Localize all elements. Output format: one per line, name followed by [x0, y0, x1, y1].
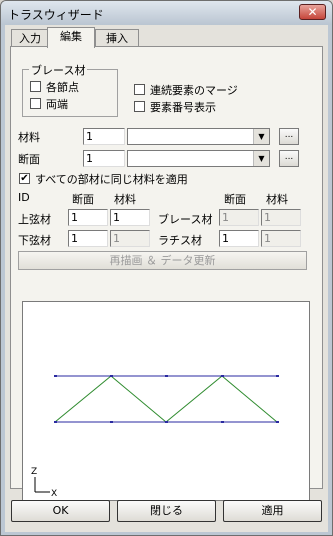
node-marker	[276, 421, 279, 423]
tab-edit[interactable]: 編集	[47, 27, 95, 48]
section-browse-button[interactable]: ...	[279, 150, 299, 167]
section-id-field[interactable]: 1	[83, 150, 125, 167]
lattice-material-field: 1	[261, 230, 301, 247]
section-combo[interactable]: ▼	[127, 150, 270, 167]
apply-button[interactable]: 適用	[223, 500, 322, 522]
bottom-chord-label: 下弦材	[18, 234, 51, 247]
brace-group: ブレース材 各節点 両端	[22, 62, 118, 117]
window-title: トラスウィザード	[8, 8, 104, 22]
chevron-down-icon[interactable]: ▼	[253, 129, 269, 144]
tab-insert[interactable]: 挿入	[95, 29, 139, 47]
top-chord-label: 上弦材	[18, 213, 51, 226]
node-marker	[165, 421, 168, 423]
show-element-number-checkbox[interactable]	[134, 101, 145, 112]
header-section-left: 断面	[72, 193, 94, 206]
node-marker	[165, 375, 168, 377]
top-chord-section-field[interactable]: 1	[68, 209, 108, 226]
node-marker	[276, 375, 279, 377]
header-section-right: 断面	[224, 193, 246, 206]
header-material-left: 材料	[114, 193, 136, 206]
web-member	[165, 375, 223, 423]
material-label: 材料	[18, 131, 40, 144]
title-bar: トラスウィザード ✕	[1, 1, 332, 25]
node-marker	[110, 375, 113, 377]
both-ends-label: 両端	[46, 98, 68, 111]
both-ends-checkbox[interactable]	[30, 98, 41, 109]
merge-elements-label: 連続要素のマージ	[150, 84, 238, 97]
top-chord-material-field[interactable]: 1	[110, 209, 150, 226]
lattice-section-field[interactable]: 1	[219, 230, 259, 247]
node-marker	[110, 421, 113, 423]
brace-group-label: ブレース材	[29, 62, 88, 78]
chevron-down-icon[interactable]: ▼	[253, 151, 269, 166]
brace-label: ブレース材	[158, 213, 213, 226]
truss-wizard-window: トラスウィザード ✕ 入力 編集 挿入 ブレース材 各節点 両端 連続要素のマー…	[0, 0, 333, 536]
tab-input[interactable]: 入力	[11, 29, 49, 47]
axis-z-label: Z	[31, 467, 37, 477]
apply-all-checkbox[interactable]: ✔	[19, 173, 30, 184]
each-node-label: 各節点	[46, 81, 79, 94]
header-material-right: 材料	[266, 193, 288, 206]
show-element-number-label: 要素番号表示	[150, 101, 216, 114]
truss-drawing: Z X	[31, 375, 279, 499]
close-button[interactable]: 閉じる	[117, 500, 216, 522]
dialog-client-area: 入力 編集 挿入 ブレース材 各節点 両端 連続要素のマージ 要素番号表示 材料…	[5, 25, 328, 532]
material-id-field[interactable]: 1	[83, 128, 125, 145]
node-marker	[221, 421, 224, 423]
apply-all-label: すべての部材に同じ材料を適用	[35, 173, 188, 186]
header-id: ID	[18, 191, 30, 204]
truss-preview: Z X	[22, 301, 310, 501]
bottom-chord-material-field: 1	[110, 230, 150, 247]
lattice-label: ラチス材	[158, 234, 202, 247]
web-member	[221, 375, 278, 423]
each-node-checkbox[interactable]	[30, 81, 41, 92]
merge-elements-checkbox[interactable]	[134, 84, 145, 95]
close-icon: ✕	[307, 5, 318, 19]
redraw-update-button[interactable]: 再描画 ＆ データ更新	[18, 251, 307, 270]
brace-material-field: 1	[261, 209, 301, 226]
brace-section-field: 1	[219, 209, 259, 226]
material-combo[interactable]: ▼	[127, 128, 270, 145]
web-member	[110, 375, 167, 423]
node-marker	[54, 375, 57, 377]
node-marker	[54, 421, 57, 423]
bottom-chord-section-field[interactable]: 1	[68, 230, 108, 247]
material-browse-button[interactable]: ...	[279, 128, 299, 145]
web-member	[54, 375, 112, 423]
ok-button[interactable]: OK	[11, 500, 110, 522]
close-window-button[interactable]: ✕	[299, 4, 326, 20]
axis-x-label: X	[51, 489, 57, 499]
section-label: 断面	[18, 153, 40, 166]
node-marker	[221, 375, 224, 377]
